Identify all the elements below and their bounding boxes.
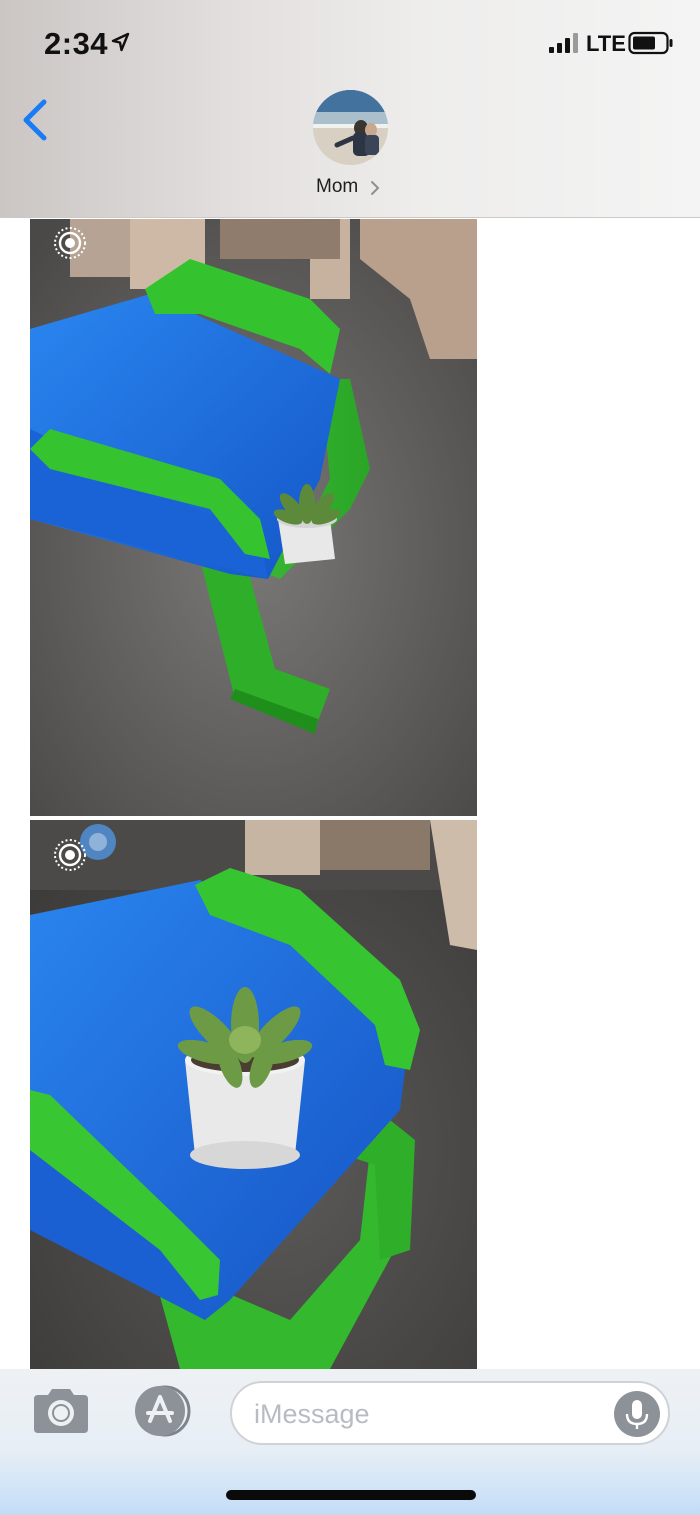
home-indicator[interactable] — [226, 1490, 476, 1500]
compose-bar — [0, 1369, 700, 1515]
photo-message[interactable] — [30, 820, 477, 1369]
message-thread[interactable] — [0, 219, 700, 1369]
chevron-right-icon[interactable] — [370, 180, 380, 196]
live-photo-icon[interactable] — [52, 837, 88, 873]
plant-on-slide-photo — [30, 820, 477, 1369]
message-input[interactable] — [254, 1393, 614, 1435]
microphone-icon[interactable] — [614, 1391, 660, 1437]
network-type: LTE — [586, 31, 626, 56]
slide-with-plant-photo — [30, 219, 477, 816]
photo-message[interactable] — [30, 219, 477, 816]
message-input-field[interactable] — [230, 1381, 670, 1445]
contact-avatar[interactable] — [313, 90, 388, 165]
live-photo-icon[interactable] — [52, 225, 88, 261]
battery-icon — [628, 31, 673, 55]
app-store-icon[interactable] — [130, 1385, 196, 1437]
camera-icon[interactable] — [30, 1387, 92, 1435]
location-arrow-icon — [111, 32, 130, 52]
contact-name[interactable]: Mom — [316, 176, 358, 198]
signal-bars-icon — [549, 33, 578, 53]
conversation-header: 2:34 LTE Mom — [0, 0, 700, 218]
status-time: 2:34 — [44, 26, 109, 61]
back-button[interactable] — [18, 96, 54, 144]
